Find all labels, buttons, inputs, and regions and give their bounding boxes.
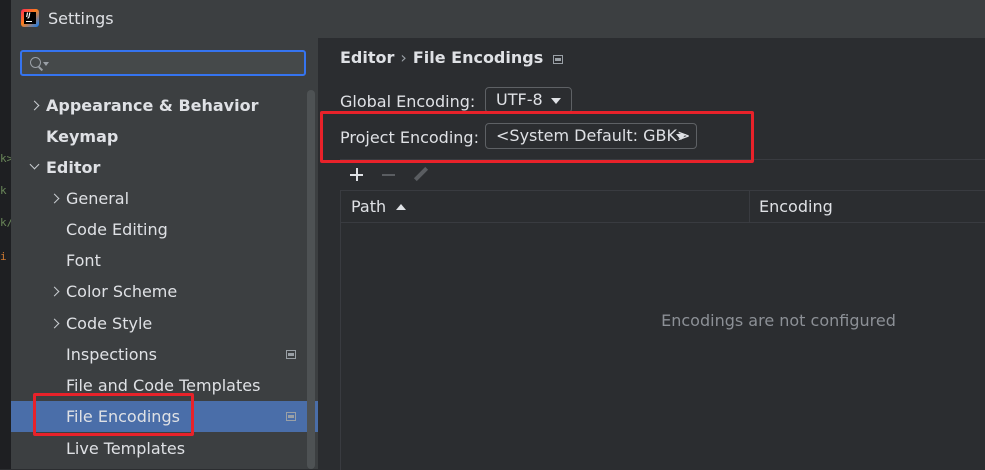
column-header-path-label: Path [351,197,387,216]
search-history-dropdown-icon[interactable] [43,62,49,66]
column-header-encoding[interactable]: Encoding [759,191,833,222]
tree-item-file-code-templates[interactable]: File and Code Templates [11,370,318,401]
project-settings-icon [553,55,564,64]
column-header-path[interactable]: Path [351,191,407,222]
window-title: Settings [48,9,114,28]
dropdown-arrow-icon [676,134,686,140]
project-encoding-dropdown[interactable]: <System Default: GBK> [485,123,697,149]
chevron-right-icon[interactable] [49,276,61,307]
project-settings-icon [286,350,296,359]
search-icon[interactable] [30,57,41,68]
tree-item-label: Font [66,251,101,270]
tree-item-general[interactable]: General [11,183,318,214]
project-encoding-value: <System Default: GBK> [496,126,691,145]
tree-item-file-encodings[interactable]: File Encodings [11,401,318,432]
global-encoding-label: Global Encoding: [340,92,476,111]
code-fragment: i [0,250,7,263]
tree-item-label: Color Scheme [66,282,178,301]
project-settings-icon [286,412,296,421]
table-header: Path Encoding [341,191,985,223]
tree-item-appearance-behavior[interactable]: Appearance & Behavior [11,90,318,121]
tree-item-code-editing[interactable]: Code Editing [11,214,318,245]
sort-ascending-icon [396,204,407,210]
tree-item-label: Editor [46,158,101,177]
column-divider[interactable] [749,191,750,222]
remove-icon[interactable] [380,166,398,184]
chevron-right-icon[interactable] [29,90,41,121]
settings-content: Editor › File Encodings Global Encoding: U… [318,38,985,470]
settings-search[interactable] [20,50,306,76]
encodings-table: Path Encoding Encodings are not configur… [340,190,985,470]
tree-item-label: Live Templates [66,439,186,458]
tree-item-color-scheme[interactable]: Color Scheme [11,276,318,307]
background-editor-edge: k> k k/ i [0,0,13,469]
tree-item-keymap[interactable]: Keymap [11,121,318,152]
dropdown-arrow-icon [551,98,561,104]
tree-item-label: Code Editing [66,220,168,239]
chevron-right-icon[interactable] [49,308,61,339]
search-input[interactable] [52,54,296,74]
tree-item-inspections[interactable]: Inspections [11,339,318,370]
breadcrumb-parent[interactable]: Editor [340,48,394,67]
tree-item-code-style[interactable]: Code Style [11,308,318,339]
tree-item-label: File Encodings [66,407,180,426]
tree-item-live-templates[interactable]: Live Templates [11,433,318,464]
breadcrumb-separator: › [400,48,407,67]
title-bar: Settings [11,0,985,38]
project-encoding-label: Project Encoding: [340,128,479,147]
tree-item-label: Inspections [66,345,157,364]
chevron-down-icon[interactable] [29,152,41,183]
global-encoding-value: UTF-8 [496,90,543,109]
encodings-toolbar [340,159,985,190]
empty-table-message: Encodings are not configured [661,311,896,330]
tree-item-label: Code Style [66,314,153,333]
add-icon[interactable] [348,166,366,184]
sidebar-scrollbar[interactable] [307,90,315,469]
tree-item-label: File and Code Templates [66,376,261,395]
breadcrumb: Editor › File Encodings [340,48,564,67]
tree-item-font[interactable]: Font [11,245,318,276]
chevron-right-icon[interactable] [49,183,61,214]
edit-icon[interactable] [412,166,430,184]
settings-sidebar: Appearance & Behavior Keymap Editor Gene… [11,38,318,469]
breadcrumb-current: File Encodings [412,48,544,67]
code-fragment: k [0,184,7,197]
tree-item-label: Keymap [46,127,119,146]
intellij-app-icon [21,9,39,27]
global-encoding-dropdown[interactable]: UTF-8 [485,87,572,113]
tree-item-editor[interactable]: Editor [11,152,318,183]
tree-item-label: General [66,189,130,208]
tree-item-label: Appearance & Behavior [46,96,259,115]
